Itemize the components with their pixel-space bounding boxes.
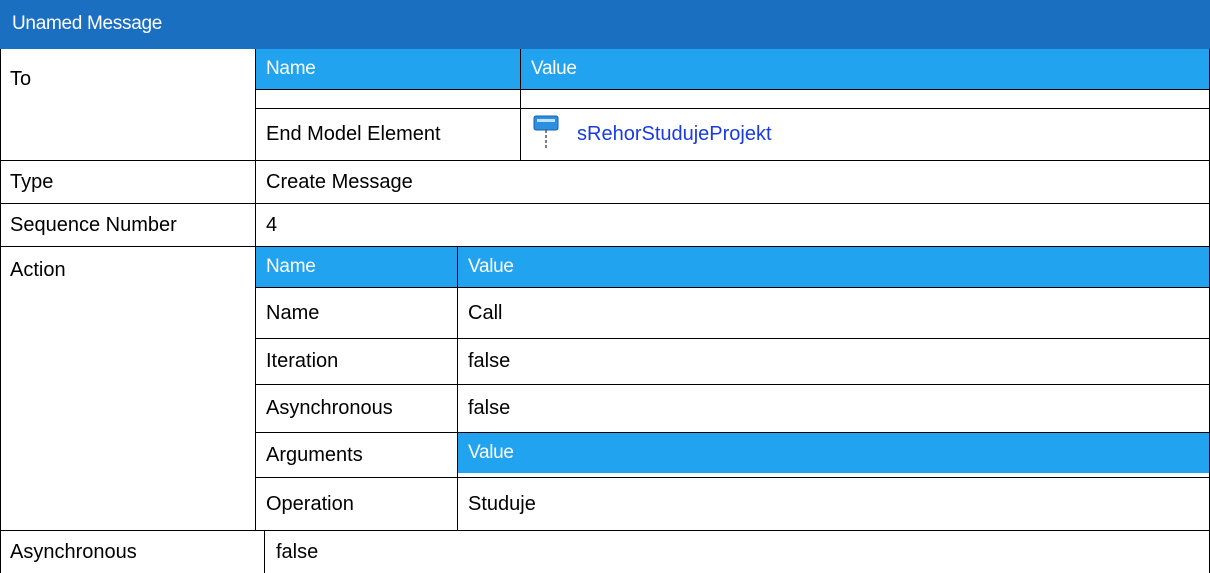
type-value: Create Message [266,171,413,193]
action-header-value: Value [458,247,1209,287]
action-row-name: Asynchronous [266,397,393,419]
row-divider [0,160,1210,161]
row-divider [0,530,1210,531]
action-row-value: false [468,350,511,372]
lifeline-icon [532,114,560,158]
row-divider [256,89,1210,90]
column-divider [264,530,265,573]
to-label: To [10,68,32,90]
column-divider [457,247,458,530]
column-divider [255,49,256,530]
row-divider [256,338,1210,339]
action-header-name: Name [256,247,457,287]
asynchronous-value: false [276,541,319,563]
to-header-value: Value [521,49,1209,89]
row-divider [256,287,1210,288]
sequence-number-value: 4 [266,214,278,236]
action-row-name: Operation [266,493,354,515]
row-divider [0,203,1210,204]
action-row-value: Call [468,302,503,324]
to-header-name: Name [256,49,520,89]
end-model-element-link[interactable]: sRehorStudujeProjekt [577,109,772,160]
action-label: Action [10,259,66,281]
asynchronous-label: Asynchronous [10,541,137,563]
action-row-name: Name [266,302,320,324]
action-row-name: Iteration [266,350,339,372]
action-row-value: false [468,397,511,419]
row-divider [256,384,1210,385]
action-row-value: Studuje [468,493,536,515]
row-divider [256,477,1210,478]
table-border-left [0,49,1,573]
to-row-name: End Model Element [266,123,441,145]
message-title: Unamed Message [0,0,1210,49]
sequence-number-label: Sequence Number [10,214,177,236]
type-label: Type [10,171,54,193]
action-row-name: Arguments [266,444,363,466]
arguments-value-header: Value [458,433,1209,473]
